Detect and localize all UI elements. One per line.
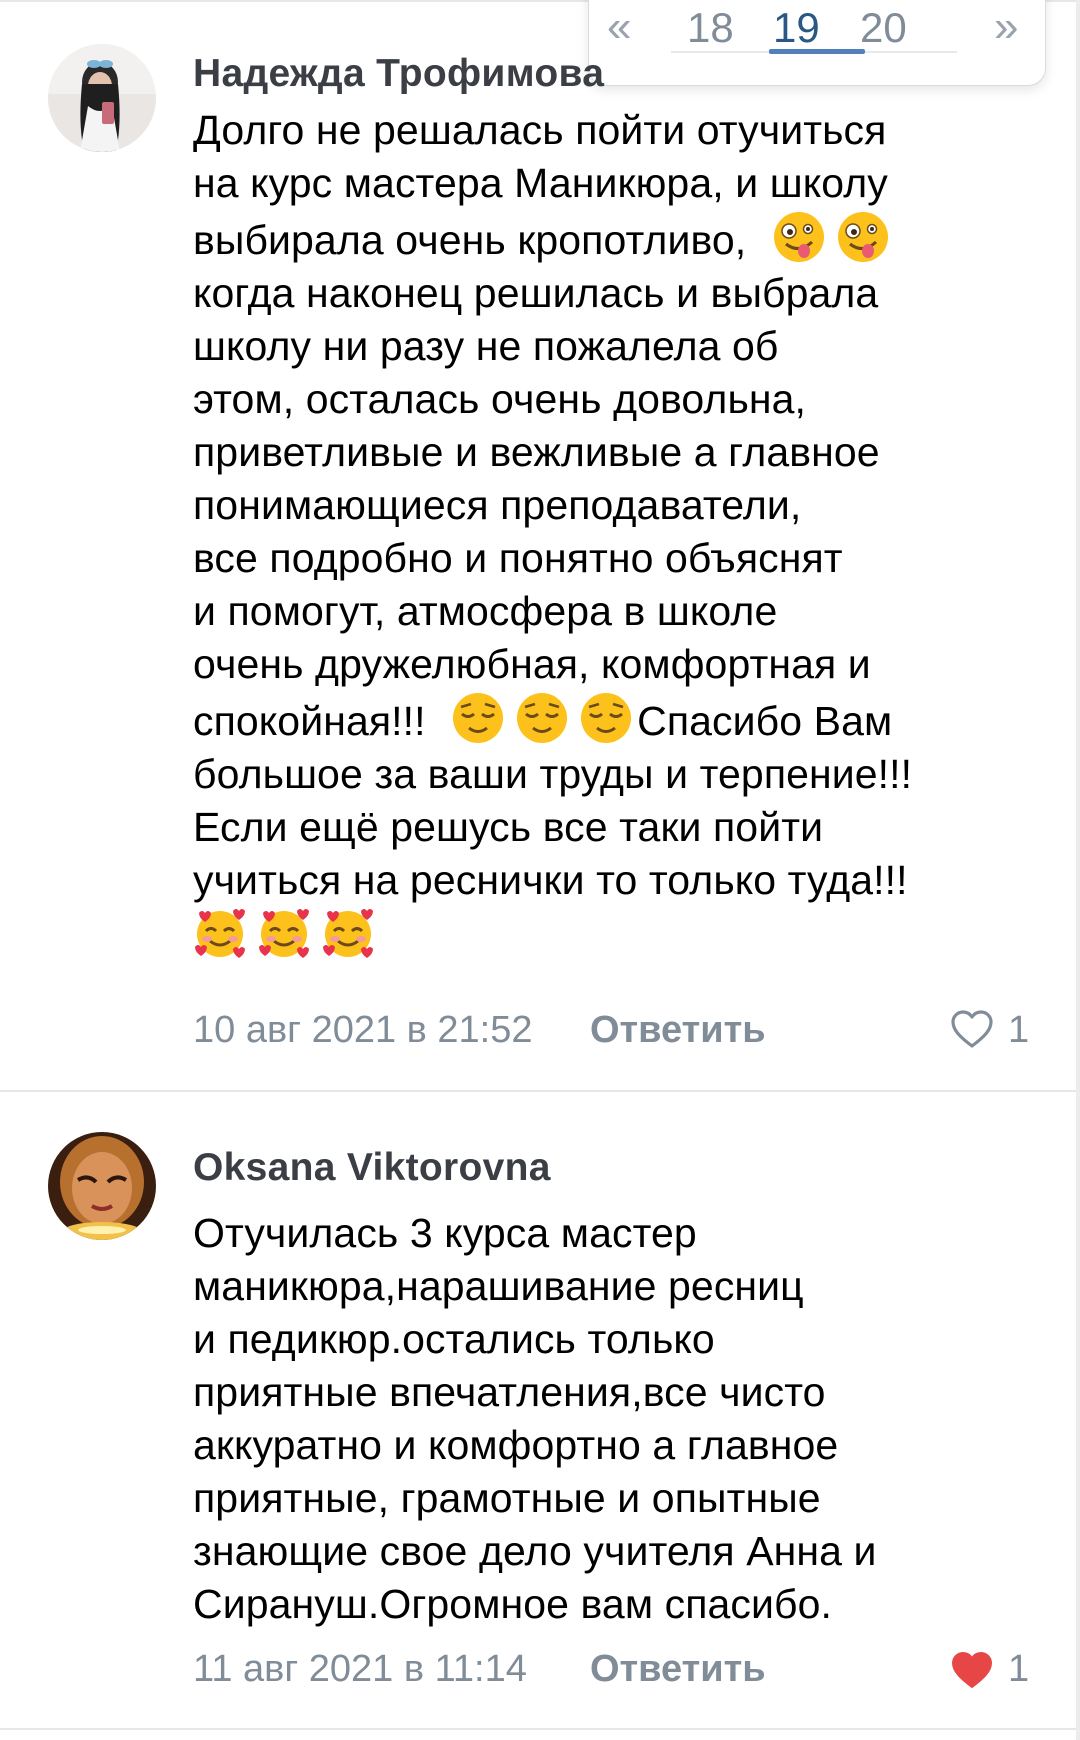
reply-button[interactable]: Ответить (590, 1009, 766, 1052)
reply-button[interactable]: Ответить (590, 1648, 766, 1691)
comment-date[interactable]: 10 авг 2021 в 21:52 (193, 1009, 533, 1052)
smiling-face-with-hearts-emoji-icon (323, 909, 373, 958)
next-pages-icon[interactable]: » (994, 5, 1018, 49)
comment-author[interactable]: Oksana Viktorovna (193, 1146, 551, 1190)
comment-emoji-line (193, 907, 1013, 964)
comment-line-text: спокойная!!! (193, 698, 426, 744)
page-link-20[interactable]: 20 (860, 7, 907, 49)
smiling-face-with-hearts-emoji-icon (195, 909, 245, 958)
avatar[interactable] (48, 1132, 156, 1240)
comment-line: все подробно и понятно объяснят (193, 535, 843, 581)
comment-line: приветливые и вежливые а главное (193, 429, 880, 475)
comment-divider (0, 1728, 1080, 1730)
comment-line: маникюра,нарашивание ресниц (193, 1263, 804, 1309)
zany-face-emoji-icon (773, 212, 824, 262)
comment-line: когда наконец решилась и выбрала (193, 270, 879, 316)
relieved-face-emoji-icon (517, 693, 568, 743)
comment-line: Если ещё решусь все таки пойти (193, 804, 824, 850)
comment-line: Отучилась 3 курса мастер (193, 1210, 697, 1256)
comment-line: и педикюр.остались только (193, 1316, 715, 1362)
avatar[interactable] (48, 44, 156, 152)
comment-author[interactable]: Надежда Трофимова (193, 52, 604, 96)
comment-line: очень дружелюбная, комфортная и (193, 641, 871, 687)
comment-line: аккуратно и комфортно а главное (193, 1422, 839, 1468)
comment-line: большое за ваши труды и терпение!!! (193, 751, 913, 797)
comment-line: Долго не решалась пойти отучиться (193, 107, 887, 153)
prev-pages-icon[interactable]: « (607, 5, 631, 49)
comment-text: Долго не решалась пойти отучиться на кур… (193, 104, 1013, 964)
comment-line: на курс мастера Маникюра, и школу (193, 160, 888, 206)
comment-text: Отучилась 3 курса мастер маникюра,нараши… (193, 1207, 1013, 1631)
like-heart-filled-icon[interactable] (950, 1650, 994, 1690)
comment-line: приятные впечатления,все чисто (193, 1369, 826, 1415)
comment-line: этом, осталась очень довольна, (193, 376, 807, 422)
pagination-active-indicator (769, 49, 865, 54)
zany-face-emoji-icon (837, 212, 888, 262)
comment-line: учиться на реснички то только туда!!! (193, 857, 908, 903)
comment-line: приятные, грамотные и опытные (193, 1475, 821, 1521)
comment-line: школу ни разу не пожалела об (193, 323, 779, 369)
comments-page: « 18 19 20 » Надежда Трофимова Долго не … (0, 0, 1080, 1740)
like-count: 1 (1008, 1009, 1030, 1051)
scroll-edge (1076, 0, 1080, 1740)
comment-divider (0, 1090, 1080, 1092)
comment-line-with-emoji: спокойная!!! Спасибо Вам (193, 691, 1013, 748)
comment-line: понимающиеся преподаватели, (193, 482, 802, 528)
comment-line-text: Спасибо Вам (637, 698, 893, 744)
comment-date[interactable]: 11 авг 2021 в 11:14 (193, 1648, 527, 1691)
comment-line: Сирануш.Огромное вам спасибо. (193, 1581, 833, 1627)
relieved-face-emoji-icon (453, 693, 504, 743)
page-link-19-current[interactable]: 19 (773, 7, 820, 49)
relieved-face-emoji-icon (581, 693, 632, 743)
comment-line: и помогут, атмосфера в школе (193, 588, 778, 634)
comment-line-text: выбирала очень кропотливо, (193, 217, 747, 263)
smiling-face-with-hearts-emoji-icon (259, 909, 309, 958)
page-link-18[interactable]: 18 (687, 7, 734, 49)
avatar-illustration-icon (48, 1132, 156, 1240)
pagination-bar: « 18 19 20 » (588, 0, 1046, 86)
comment-line: знающие свое дело учителя Анна и (193, 1528, 877, 1574)
comment-line-with-emoji: выбирала очень кропотливо, (193, 210, 1013, 267)
like-count: 1 (1008, 1648, 1030, 1690)
avatar-photo-icon (48, 44, 156, 152)
like-heart-outline-icon[interactable] (950, 1009, 994, 1049)
